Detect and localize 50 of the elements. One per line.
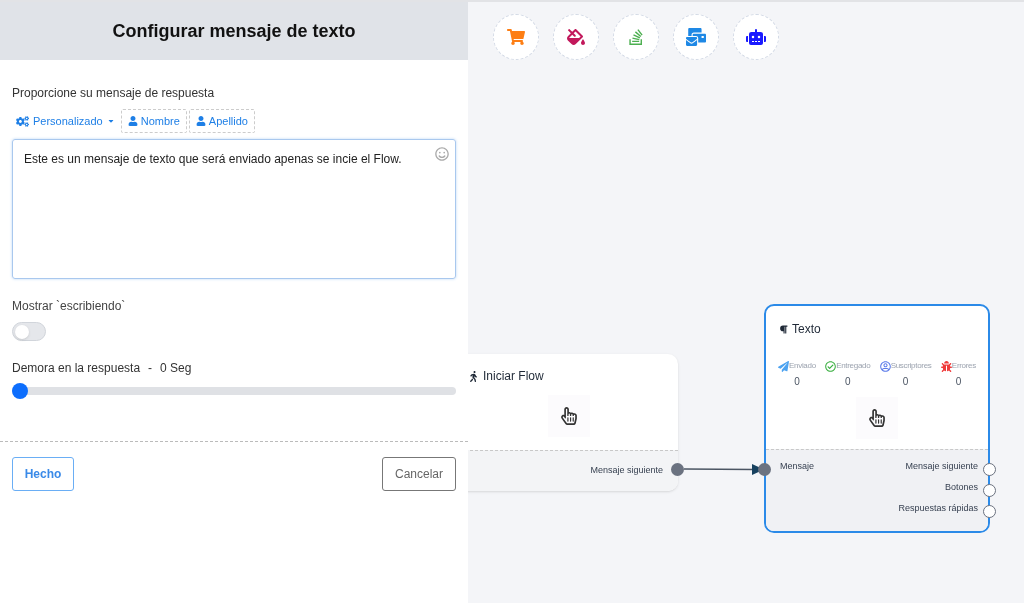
field-label: Proporcione su mensaje de respuesta bbox=[12, 85, 216, 102]
stat-value: 0 bbox=[955, 375, 962, 389]
separator: - bbox=[148, 360, 153, 377]
emoji-icon[interactable] bbox=[435, 147, 449, 161]
variable-dropdown[interactable]: Personalizado bbox=[12, 109, 119, 133]
field-label: Demora en la respuesta bbox=[12, 360, 141, 377]
cart-icon bbox=[507, 28, 525, 46]
stat-label: Suscriptores bbox=[890, 360, 932, 372]
stat-label: Errores bbox=[951, 360, 976, 372]
gears-icon bbox=[16, 114, 29, 128]
stat-label: Entregado bbox=[836, 360, 871, 372]
stat-value: 0 bbox=[844, 375, 851, 389]
mail-icon bbox=[686, 27, 706, 47]
hand-pointer-icon bbox=[560, 407, 578, 425]
insert-field-button[interactable]: Nombre bbox=[120, 109, 187, 133]
port-label: Botones bbox=[944, 481, 978, 493]
stat-label: Enviado bbox=[789, 360, 816, 372]
slider-thumb[interactable] bbox=[12, 383, 28, 399]
hand-pointer-icon bbox=[868, 409, 886, 427]
flow-node[interactable]: Texto Enviado 0 Entregado 0 Suscriptores 0 Errores 0 Mensaje Mensaje siguiente Botones Respuestas rápidas bbox=[764, 304, 990, 533]
done-button[interactable]: Hecho bbox=[12, 457, 74, 491]
port-label: Mensaje siguiente bbox=[590, 464, 663, 478]
robot-icon bbox=[746, 27, 766, 47]
insert-field-button[interactable]: Apellido bbox=[188, 109, 255, 133]
message-text: Este es un mensaje de texto que será enviado apenas se incie el Flow. bbox=[24, 152, 402, 166]
caret-icon bbox=[106, 117, 115, 125]
cancel-button[interactable]: Cancelar bbox=[382, 457, 456, 491]
delay-reading: 0 Seg bbox=[160, 360, 192, 377]
node-title: Texto bbox=[792, 321, 821, 338]
message-field[interactable]: Este es un mensaje de texto que será enviado apenas se incie el Flow. bbox=[12, 139, 456, 279]
user-icon bbox=[195, 116, 206, 126]
tool-button[interactable] bbox=[673, 14, 719, 60]
walking-icon bbox=[468, 370, 479, 382]
paint-bucket-icon bbox=[567, 28, 585, 46]
stat-value: 0 bbox=[794, 375, 800, 389]
paper-plane-icon bbox=[778, 360, 789, 372]
bug-icon bbox=[940, 360, 952, 372]
port-label: Mensaje siguiente bbox=[905, 460, 978, 472]
node-title: Iniciar Flow bbox=[483, 368, 544, 385]
field-label: Mostrar `escribiendo` bbox=[12, 298, 127, 315]
port-label: Respuestas rápidas bbox=[898, 502, 978, 514]
user-icon bbox=[127, 116, 138, 126]
panel-title: Configurar mensaje de texto bbox=[112, 19, 356, 43]
tool-button[interactable] bbox=[553, 14, 599, 60]
port-label: Mensaje bbox=[780, 460, 815, 473]
tool-button[interactable] bbox=[733, 14, 779, 60]
stat-value: 0 bbox=[902, 375, 909, 389]
paragraph-icon bbox=[779, 324, 788, 334]
typing-toggle[interactable] bbox=[12, 322, 46, 341]
stack-icon bbox=[627, 28, 645, 46]
